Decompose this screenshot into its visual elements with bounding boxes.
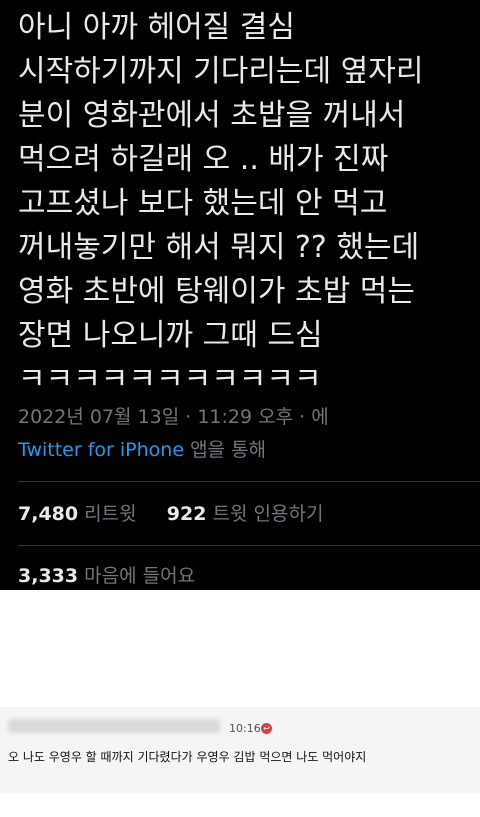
retweets-stat[interactable]: 7,480 리트윗	[18, 503, 137, 525]
tweet-text-line: 시작하기까지 기다리는데 옆자리	[18, 54, 424, 89]
comment-item: 10:16 ↩ 오 나도 우영우 할 때까지 기다렸다가 우영우 김밥 먹으면 …	[0, 707, 480, 793]
tweet-stats: 7,480 리트윗 922 트윗 인용하기	[18, 500, 323, 528]
tweet-text-line: 꺼내놓기만 해서 뭐지 ?? 했는데	[18, 230, 420, 265]
tweet-text-line: 분이 영화관에서 초밥을 꺼내서	[18, 98, 406, 133]
blurred-username	[8, 719, 220, 733]
tweet-text-line: 먹으려 하길래 오 .. 배가 진짜	[18, 142, 389, 177]
comment-text: 오 나도 우영우 할 때까지 기다렸다가 우영우 김밥 먹으면 나도 먹어야지	[8, 750, 367, 764]
divider	[18, 545, 480, 546]
reply-icon[interactable]: ↩	[261, 723, 272, 734]
retweets-label: 리트윗	[78, 503, 137, 525]
likes-label: 마음에 들어요	[78, 565, 196, 587]
tweet-source: Twitter for iPhone 앱을 통해	[18, 436, 266, 464]
quotes-label: 트윗 인용하기	[206, 503, 324, 525]
tweet-text-line: 장면 나오니까 그때 드심	[18, 318, 323, 353]
tweet-text-line: 고프셨나 보다 했는데 안 먹고	[18, 186, 388, 221]
likes-count: 3,333	[18, 565, 79, 587]
tweet-text: 아니 아까 헤어질 결심 시작하기까지 기다리는데 옆자리 분이 영화관에서 초…	[18, 6, 473, 402]
tweet-card: 아니 아까 헤어질 결심 시작하기까지 기다리는데 옆자리 분이 영화관에서 초…	[0, 0, 480, 590]
tweet-text-line: 영화 초반에 탕웨이가 초밥 먹는	[18, 274, 415, 309]
tweet-timestamp[interactable]: 2022년 07월 13일 · 11:29 오후 · 에	[18, 403, 329, 431]
tweet-text-line: 아니 아까 헤어질 결심	[18, 10, 296, 45]
retweets-count: 7,480	[18, 503, 79, 525]
divider	[18, 481, 480, 482]
quotes-count: 922	[166, 503, 207, 525]
source-suffix: 앱을 통해	[184, 439, 267, 461]
source-app-link[interactable]: Twitter for iPhone	[18, 439, 184, 461]
quotes-stat[interactable]: 922 트윗 인용하기	[167, 503, 324, 525]
likes-stat[interactable]: 3,333 마음에 들어요	[18, 562, 195, 590]
tweet-text-line: ㅋㅋㅋㅋㅋㅋㅋㅋㅋㅋㅋ	[18, 362, 322, 397]
comment-time: 10:16	[229, 722, 261, 735]
